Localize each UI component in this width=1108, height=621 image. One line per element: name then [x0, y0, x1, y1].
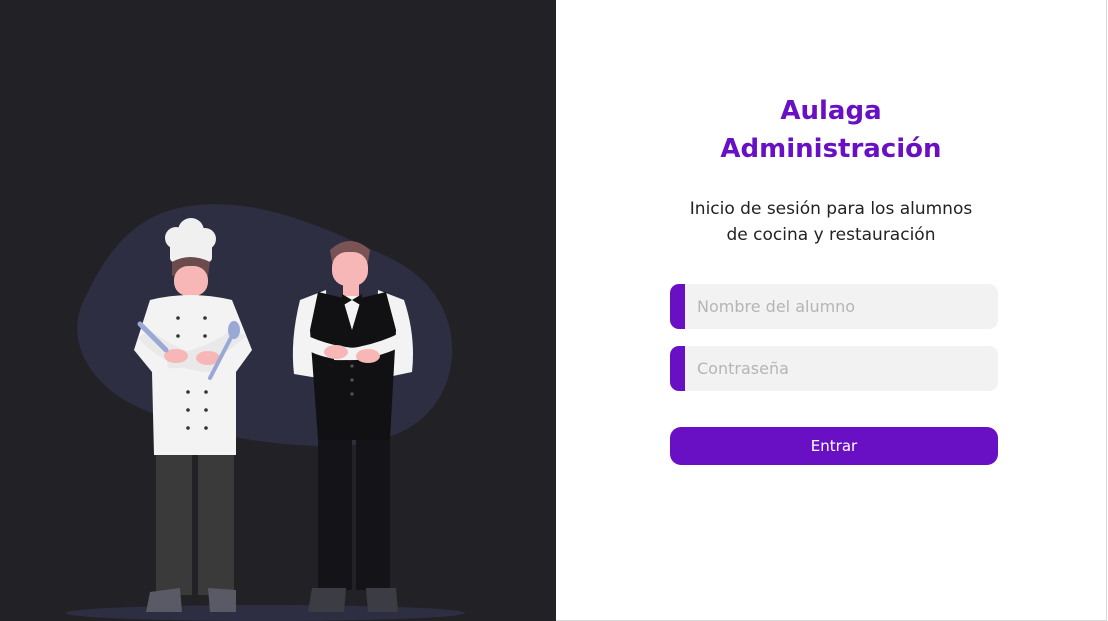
app-title: Aulaga Administración	[556, 92, 1106, 168]
login-page: Aulaga Administración Inicio de sesión p…	[0, 0, 1108, 621]
login-description: Inicio de sesión para los alumnos de coc…	[556, 196, 1106, 248]
password-field-wrapper	[670, 346, 998, 391]
password-field-accent	[670, 346, 685, 391]
login-description-line1: Inicio de sesión para los alumnos	[689, 199, 973, 219]
illustration-panel	[0, 0, 556, 621]
password-input[interactable]	[685, 346, 985, 391]
login-description-line2: de cocina y restauración	[726, 225, 936, 245]
username-input[interactable]	[685, 284, 985, 329]
floor-shadow	[65, 605, 465, 621]
app-title-line2: Administración	[720, 134, 942, 164]
username-field-accent	[670, 284, 685, 329]
username-field-wrapper	[670, 284, 998, 329]
chef-and-waiter-illustration	[65, 204, 465, 621]
login-panel: Aulaga Administración Inicio de sesión p…	[556, 0, 1107, 621]
app-title-line1: Aulaga	[780, 96, 882, 126]
login-button[interactable]: Entrar	[670, 427, 998, 465]
